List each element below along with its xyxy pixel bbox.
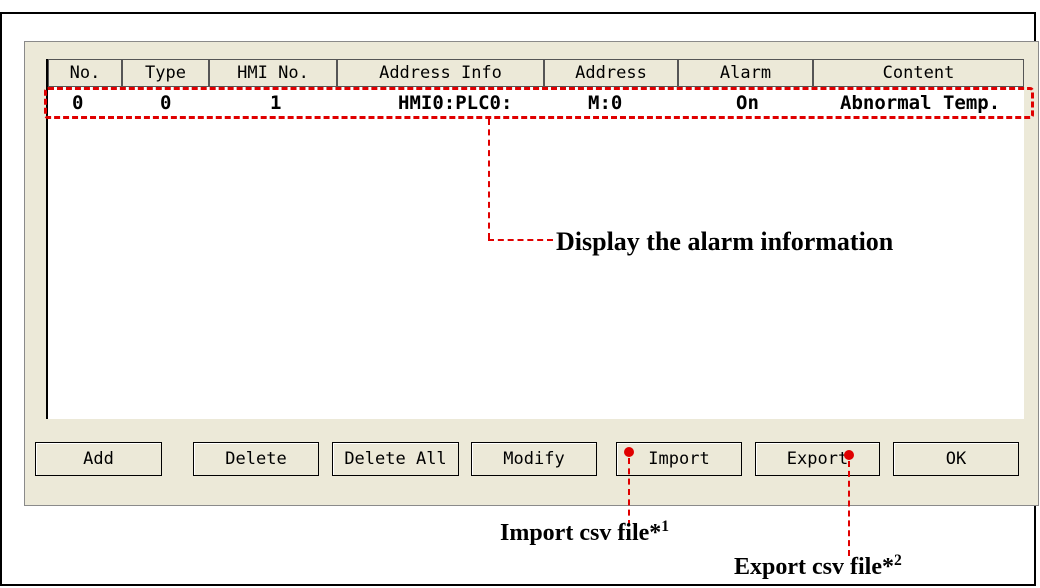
delete-button[interactable]: Delete (193, 442, 319, 476)
export-marker-dot (844, 450, 854, 460)
col-header-content[interactable]: Content (813, 59, 1024, 87)
col-header-hmi-no[interactable]: HMI No. (209, 59, 337, 87)
modify-button[interactable]: Modify (471, 442, 597, 476)
col-header-alarm[interactable]: Alarm (678, 59, 813, 87)
col-header-address-info[interactable]: Address Info (337, 59, 544, 87)
ok-button[interactable]: OK (893, 442, 1019, 476)
selected-row-highlight (44, 87, 1034, 119)
alarm-settings-panel: No. Type HMI No. Address Info Address Al… (24, 41, 1039, 506)
export-callout-line (848, 461, 850, 556)
import-callout-line (628, 458, 630, 526)
export-csv-text: Export csv file* (734, 554, 894, 580)
col-header-no[interactable]: No. (48, 59, 122, 87)
alarm-callout-line-horizontal (488, 239, 553, 241)
export-csv-annotation: Export csv file*2 (734, 552, 902, 581)
add-button[interactable]: Add (35, 442, 162, 476)
outer-frame: No. Type HMI No. Address Info Address Al… (0, 12, 1039, 586)
col-header-address[interactable]: Address (544, 59, 678, 87)
import-csv-annotation: Import csv file*1 (500, 518, 669, 547)
import-button[interactable]: Import (616, 442, 742, 476)
export-button[interactable]: Export (755, 442, 880, 476)
import-csv-footnote: 1 (661, 518, 670, 535)
import-csv-text: Import csv file* (500, 520, 662, 546)
import-marker-dot (624, 447, 634, 457)
export-csv-footnote: 2 (893, 552, 902, 569)
display-alarm-annotation: Display the alarm information (556, 227, 894, 256)
delete-all-button[interactable]: Delete All (332, 442, 459, 476)
col-header-type[interactable]: Type (122, 59, 209, 87)
alarm-callout-line-vertical (488, 119, 490, 239)
